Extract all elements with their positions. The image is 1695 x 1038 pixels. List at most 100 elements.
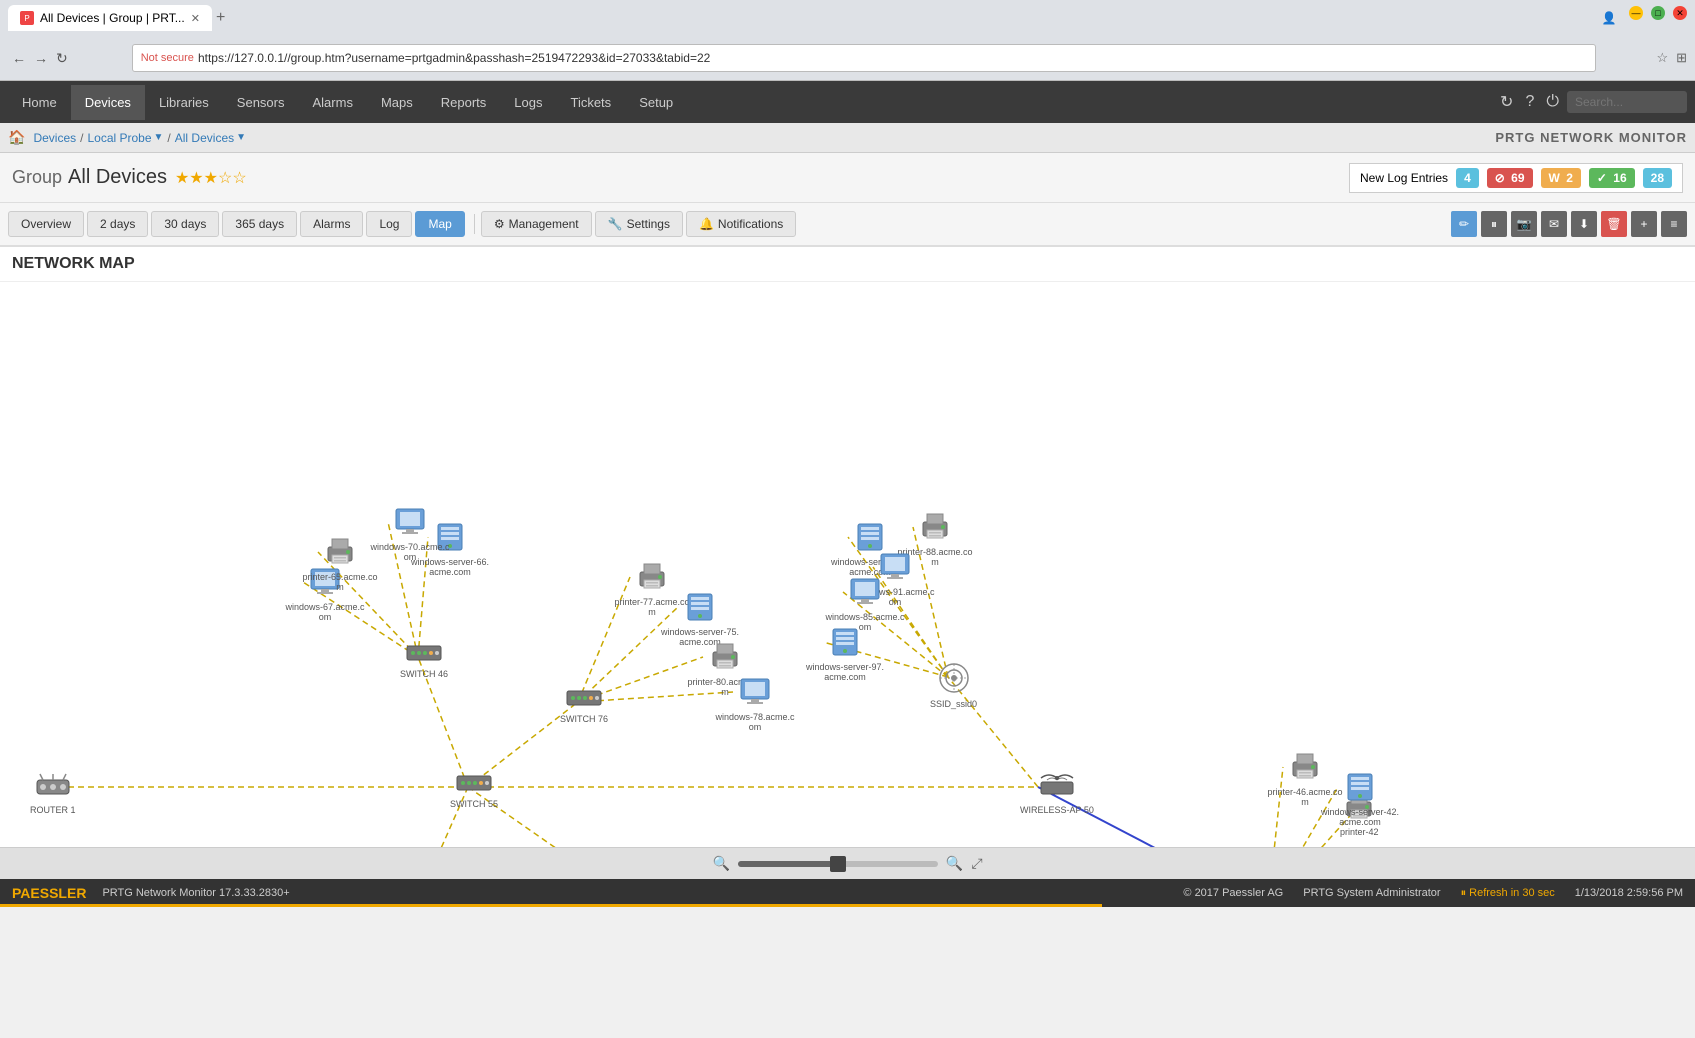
node-router1[interactable]: ROUTER 1 bbox=[30, 772, 76, 815]
tab-management[interactable]: ⚙ Management bbox=[481, 211, 592, 237]
node-label-switch46: SWITCH 46 bbox=[400, 669, 448, 679]
pdf-tool-btn[interactable]: ⬇ bbox=[1571, 211, 1597, 237]
node-icon-wireless50 bbox=[1039, 772, 1075, 803]
breadcrumb-all-devices[interactable]: Devices bbox=[33, 131, 76, 145]
tab-bar: Overview 2 days 30 days 365 days Alarms … bbox=[0, 203, 1695, 247]
tab-365days[interactable]: 365 days bbox=[222, 211, 297, 237]
zoom-slider-fill bbox=[738, 861, 838, 867]
tab-30days[interactable]: 30 days bbox=[151, 211, 219, 237]
nav-refresh-icon[interactable]: ↻ bbox=[1496, 88, 1517, 116]
node-wireless50[interactable]: WIRELESS-AP 50 bbox=[1020, 772, 1094, 815]
unknown-count: 28 bbox=[1651, 171, 1664, 185]
breadcrumb-all-devices-2[interactable]: All Devices bbox=[175, 131, 234, 145]
close-btn[interactable]: ✕ bbox=[1673, 6, 1687, 20]
more-tool-btn[interactable]: ≡ bbox=[1661, 211, 1687, 237]
settings-icon: 🔧 bbox=[608, 217, 623, 231]
node-ssid0[interactable]: SSID_ssid0 bbox=[930, 662, 977, 709]
node-switch76[interactable]: SWITCH 76 bbox=[560, 687, 608, 724]
add-tool-btn[interactable]: + bbox=[1631, 211, 1657, 237]
node-windows78[interactable]: windows-78.acme.com bbox=[715, 677, 795, 732]
tab-map[interactable]: Map bbox=[415, 211, 464, 237]
user-icon[interactable]: 👤 bbox=[1597, 6, 1621, 30]
address-bar-row: ← → ↻ Not secure https://127.0.0.1//grou… bbox=[0, 36, 1695, 80]
new-log-badge[interactable]: New Log Entries 4 ⊘ 69 W 2 ✓ 16 28 bbox=[1349, 163, 1683, 193]
nav-sensors[interactable]: Sensors bbox=[223, 85, 299, 120]
map-title: NETWORK MAP bbox=[0, 247, 1695, 282]
zoom-slider-thumb[interactable] bbox=[830, 856, 846, 872]
nav-alarms[interactable]: Alarms bbox=[299, 85, 367, 120]
tab-tools: ✏ ⏸ 📷 ✉ ⬇ 🗑 + ≡ bbox=[1451, 211, 1687, 237]
tab-close-btn[interactable]: ✕ bbox=[191, 12, 200, 25]
node-windows85b[interactable]: windows-85.acme.com bbox=[825, 577, 905, 632]
node-switch55[interactable]: SWITCH 55 bbox=[450, 772, 498, 809]
edit-tool-btn[interactable]: ✏ bbox=[1451, 211, 1477, 237]
back-btn[interactable]: ← bbox=[8, 48, 30, 68]
pause-tool-btn[interactable]: ⏸ bbox=[1481, 211, 1507, 237]
node-label-printer46: printer-46.acme.com bbox=[1265, 787, 1345, 807]
node-label-switch76: SWITCH 76 bbox=[560, 714, 608, 724]
probe-dropdown-icon[interactable]: ▼ bbox=[154, 132, 164, 143]
node-icon-windows42b bbox=[1344, 772, 1376, 805]
tab-log[interactable]: Log bbox=[366, 211, 412, 237]
nav-libraries[interactable]: Libraries bbox=[145, 85, 223, 120]
url-text: https://127.0.0.1//group.htm?username=pr… bbox=[198, 51, 1588, 65]
browser-tab[interactable]: P All Devices | Group | PRT... ✕ bbox=[8, 5, 212, 31]
extensions-icon[interactable]: ⊞ bbox=[1676, 50, 1687, 66]
nav-devices[interactable]: Devices bbox=[71, 85, 145, 120]
node-icon-windows70 bbox=[394, 507, 426, 540]
nav-reports[interactable]: Reports bbox=[427, 85, 501, 120]
favicon: P bbox=[20, 11, 34, 25]
nav-help-icon[interactable]: ? bbox=[1521, 89, 1538, 115]
fullscreen-icon[interactable]: ⤢ bbox=[971, 855, 982, 872]
new-tab-btn[interactable]: + bbox=[216, 9, 225, 27]
bookmark-icon[interactable]: ☆ bbox=[1656, 50, 1668, 66]
tab-overview[interactable]: Overview bbox=[8, 211, 84, 237]
alldevices-dropdown-icon[interactable]: ▼ bbox=[236, 132, 246, 143]
nav-right: ↻ ? ⏻ bbox=[1496, 88, 1687, 116]
tab-notifications[interactable]: 🔔 Notifications bbox=[686, 211, 796, 237]
nav-tickets[interactable]: Tickets bbox=[556, 85, 625, 120]
node-printer65[interactable]: printer-65.acme.com bbox=[300, 537, 380, 592]
node-printer46[interactable]: printer-46.acme.com bbox=[1265, 752, 1345, 807]
zoom-in-icon[interactable]: 🔍 bbox=[946, 855, 963, 872]
not-secure-label: Not secure bbox=[141, 52, 194, 64]
node-winserver75[interactable]: windows-server-75.acme.com bbox=[660, 592, 740, 647]
node-icon-printer80 bbox=[709, 642, 741, 675]
delete-tool-btn[interactable]: 🗑 bbox=[1601, 211, 1627, 237]
node-label-printer42: printer-42 bbox=[1340, 827, 1379, 837]
breadcrumb-local-probe[interactable]: Local Probe bbox=[87, 131, 151, 145]
search-input[interactable] bbox=[1567, 91, 1687, 113]
maximize-btn[interactable]: □ bbox=[1651, 6, 1665, 20]
node-label-switch55: SWITCH 55 bbox=[450, 799, 498, 809]
node-switch46[interactable]: SWITCH 46 bbox=[400, 642, 448, 679]
nav-logs[interactable]: Logs bbox=[500, 85, 556, 120]
error-icon: ⊘ bbox=[1495, 171, 1505, 185]
node-icon-printer77 bbox=[636, 562, 668, 595]
network-map[interactable]: ROUTER 1SWITCH 55SWITCH 46SWITCH 76SWITC… bbox=[0, 282, 1695, 847]
nav-home[interactable]: Home bbox=[8, 85, 71, 120]
management-icon: ⚙ bbox=[494, 217, 505, 231]
node-label-wireless50: WIRELESS-AP 50 bbox=[1020, 805, 1094, 815]
minimize-btn[interactable]: — bbox=[1629, 6, 1643, 20]
zoom-out-icon[interactable]: 🔍 bbox=[712, 855, 729, 872]
refresh-btn[interactable]: ↻ bbox=[52, 48, 72, 69]
node-winserver97[interactable]: windows-server-97.acme.com bbox=[805, 627, 885, 682]
tab-alarms[interactable]: Alarms bbox=[300, 211, 363, 237]
zoom-slider-track[interactable] bbox=[738, 861, 938, 867]
node-windows70[interactable]: windows-70.acme.com bbox=[370, 507, 450, 562]
node-icon-router1 bbox=[35, 772, 71, 803]
tab-2days[interactable]: 2 days bbox=[87, 211, 148, 237]
tab-title: All Devices | Group | PRT... bbox=[40, 11, 185, 25]
home-icon[interactable]: 🏠 bbox=[8, 129, 25, 146]
tab-settings[interactable]: 🔧 Settings bbox=[595, 211, 683, 237]
node-icon-printer46 bbox=[1289, 752, 1321, 785]
camera-tool-btn[interactable]: 📷 bbox=[1511, 211, 1537, 237]
address-bar[interactable]: Not secure https://127.0.0.1//group.htm?… bbox=[132, 44, 1597, 72]
node-label-winserver97: windows-server-97.acme.com bbox=[805, 662, 885, 682]
nav-power-icon[interactable]: ⏻ bbox=[1542, 89, 1563, 115]
nav-maps[interactable]: Maps bbox=[367, 85, 427, 120]
node-icon-switch55 bbox=[456, 772, 492, 797]
forward-btn[interactable]: → bbox=[30, 48, 52, 68]
nav-setup[interactable]: Setup bbox=[625, 85, 687, 120]
share-tool-btn[interactable]: ✉ bbox=[1541, 211, 1567, 237]
